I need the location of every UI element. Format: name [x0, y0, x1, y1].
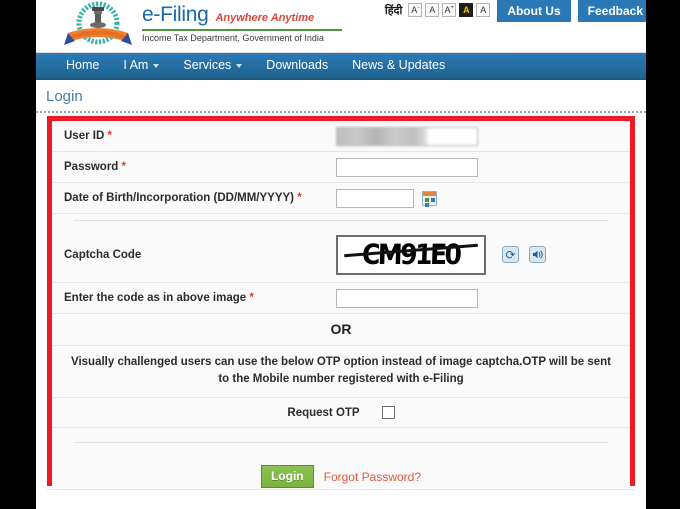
- user-id-input[interactable]: [336, 126, 478, 146]
- request-otp-label: Request OTP: [287, 406, 360, 419]
- increase-font-size-button[interactable]: A+: [442, 3, 457, 17]
- password-row: Password *: [52, 152, 630, 183]
- captcha-entry-input[interactable]: [336, 288, 478, 308]
- about-us-button[interactable]: About Us: [497, 0, 571, 22]
- captcha-entry-label: Enter the code as in above image *: [64, 292, 336, 304]
- password-label-text: Password: [64, 161, 119, 173]
- or-separator: OR: [52, 314, 630, 346]
- password-input[interactable]: [336, 157, 478, 177]
- captcha-actions: ⟳: [502, 246, 546, 263]
- hindi-language-link[interactable]: हिंदी: [385, 0, 408, 19]
- brand-block: e-Filing Anywhere Anytime Income Tax Dep…: [142, 3, 342, 43]
- brand-tagline: Anywhere Anytime: [215, 12, 315, 24]
- chevron-down-icon: [153, 63, 160, 68]
- captcha-row: Captcha Code CM91E0 ⟳: [52, 227, 630, 283]
- feedback-button[interactable]: Feedback: [577, 0, 646, 22]
- request-otp-checkbox[interactable]: [381, 406, 395, 419]
- page-title: Login: [46, 88, 83, 105]
- nav-label-news-updates: News & Updates: [352, 58, 446, 72]
- speaker-icon[interactable]: [529, 246, 546, 263]
- request-otp-row: Request OTP: [52, 398, 630, 428]
- required-marker: *: [107, 130, 112, 142]
- captcha-entry-label-text: Enter the code as in above image: [64, 292, 247, 304]
- user-id-label: User ID *: [64, 130, 336, 142]
- captcha-label-text: Captcha Code: [64, 248, 142, 261]
- password-label: Password *: [64, 161, 336, 173]
- forgot-password-link[interactable]: Forgot Password?: [324, 470, 421, 484]
- letterbox-left: [0, 0, 36, 509]
- nav-label-services: Services: [183, 58, 232, 72]
- dob-input[interactable]: [336, 188, 414, 208]
- nav-label-downloads: Downloads: [266, 58, 329, 72]
- required-marker: *: [121, 161, 127, 173]
- required-marker: *: [249, 292, 254, 304]
- captcha-image: CM91E0: [336, 234, 486, 275]
- section-divider: [74, 220, 608, 221]
- title-divider: [36, 111, 646, 113]
- user-id-row: User ID *: [52, 121, 630, 152]
- nav-item-news-updates[interactable]: News & Updates: [340, 52, 457, 79]
- brand-title: e-Filing: [142, 3, 209, 26]
- login-form-highlight-frame: User ID * Password * Date of Birth/Incor…: [47, 116, 635, 488]
- login-form: User ID * Password * Date of Birth/Incor…: [52, 121, 630, 488]
- page-footer-strip: [47, 489, 635, 503]
- letterbox-right: [646, 0, 680, 509]
- default-font-size-button[interactable]: A: [425, 3, 440, 17]
- brand-department: Income Tax Department, Government of Ind…: [142, 33, 324, 43]
- dob-label-text: Date of Birth/Incorporation (DD/MM/YYYY): [64, 192, 294, 204]
- page-canvas: e-Filing Anywhere Anytime Income Tax Dep…: [36, 0, 646, 509]
- calendar-icon[interactable]: [422, 190, 437, 206]
- decrease-font-size-button[interactable]: A-: [408, 3, 423, 17]
- normal-contrast-button[interactable]: A: [476, 3, 491, 17]
- captcha-entry-row: Enter the code as in above image *: [52, 283, 630, 314]
- high-contrast-button[interactable]: A: [459, 3, 474, 17]
- brand-divider: [142, 29, 342, 31]
- nav-item-home[interactable]: Home: [54, 52, 111, 79]
- chevron-down-icon: [236, 63, 243, 68]
- page-title-area: Login: [36, 80, 646, 108]
- dob-row: Date of Birth/Incorporation (DD/MM/YYYY)…: [52, 183, 630, 214]
- user-id-label-text: User ID: [64, 130, 105, 142]
- required-marker: *: [297, 192, 302, 204]
- nav-label-i-am: I Am: [123, 58, 149, 72]
- captcha-image-text: CM91E0: [361, 238, 461, 271]
- nav-item-services[interactable]: Services: [171, 52, 254, 79]
- captcha-label: Captcha Code: [64, 249, 336, 261]
- main-navigation: Home I Am Services Downloads News & Upda…: [36, 53, 646, 80]
- otp-instruction-text: Visually challenged users can use the be…: [52, 346, 630, 398]
- site-header: e-Filing Anywhere Anytime Income Tax Dep…: [36, 0, 646, 53]
- dob-label: Date of Birth/Incorporation (DD/MM/YYYY)…: [64, 192, 336, 204]
- india-national-emblem-icon: [62, 1, 134, 51]
- login-button[interactable]: Login: [260, 465, 314, 488]
- refresh-icon[interactable]: ⟳: [502, 246, 519, 263]
- nav-label-home: Home: [66, 58, 100, 72]
- nav-item-i-am[interactable]: I Am: [111, 52, 171, 79]
- accessibility-controls: A- A A+ A A: [408, 0, 491, 17]
- header-tools: हिंदी A- A A+ A A About Us Feedback: [385, 0, 646, 22]
- nav-item-downloads[interactable]: Downloads: [254, 52, 340, 79]
- form-actions: Login Forgot Password?: [52, 443, 630, 488]
